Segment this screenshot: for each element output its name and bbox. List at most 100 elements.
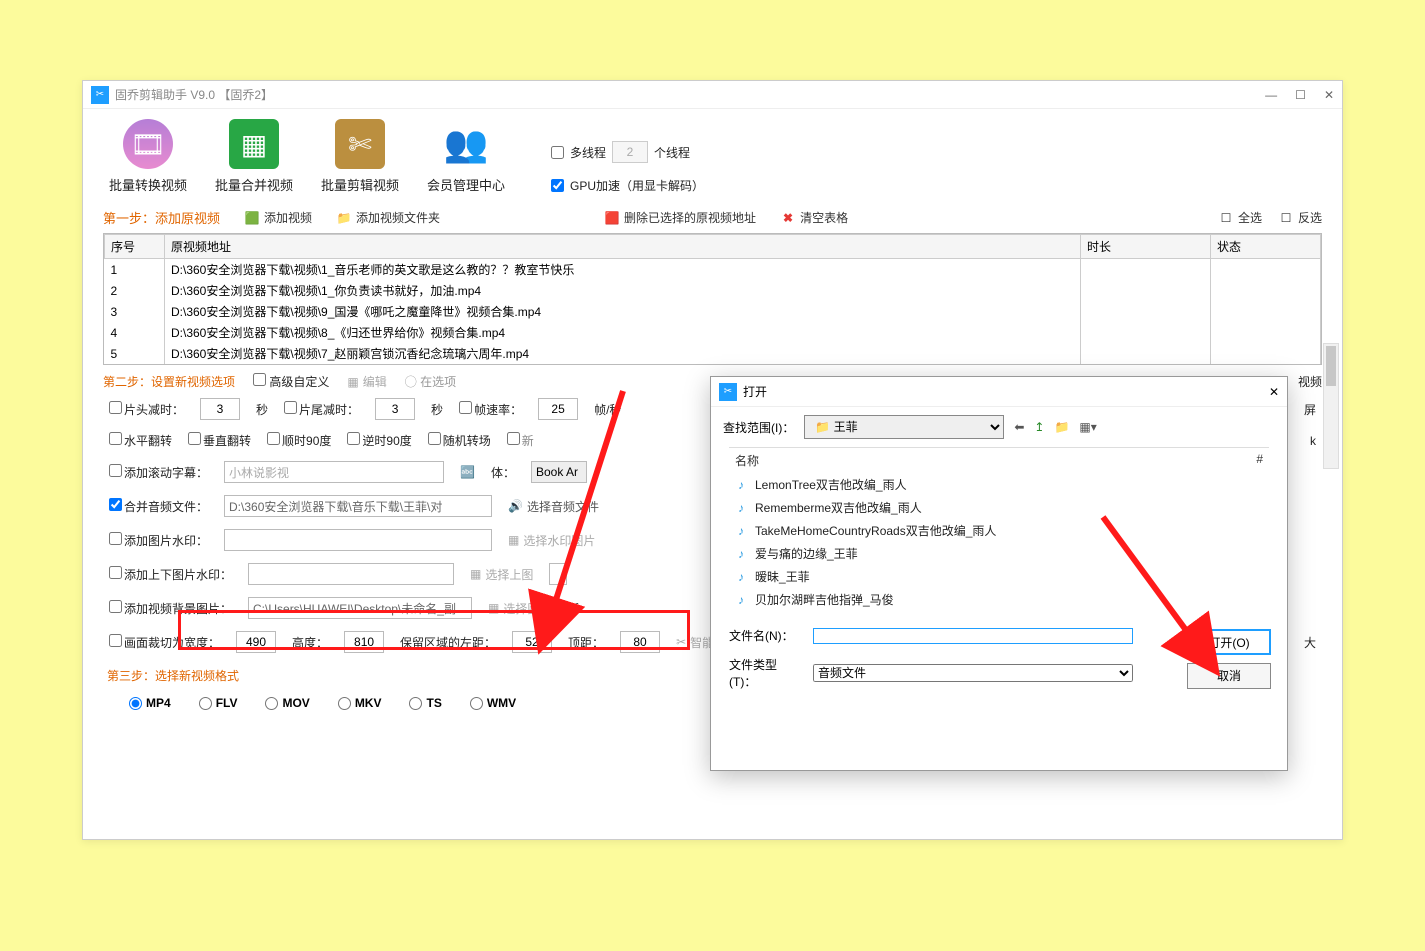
in-option[interactable]: ◯ 在选项 [405,373,456,390]
dialog-close-button[interactable]: ✕ [1269,385,1279,399]
flip-h-checkbox[interactable] [109,432,122,445]
table-row[interactable]: 3D:\360安全浏览器下载\视频\9_国漫《哪吒之魔童降世》视频合集.mp4 [105,301,1321,322]
crop-checkbox[interactable] [109,634,122,647]
list-item[interactable]: ♪贝加尔湖畔吉他指弹_马俊 [729,588,1269,611]
ccw90-checkbox[interactable] [347,432,360,445]
font-name[interactable] [531,461,587,483]
table-row[interactable]: 2D:\360安全浏览器下载\视频\1_你负责读书就好，加油.mp4 [105,280,1321,301]
multithread-checkbox[interactable] [551,146,564,159]
crop-height-input[interactable] [344,631,384,653]
up-icon[interactable]: ↥ [1034,420,1044,434]
keep-top-input[interactable] [620,631,660,653]
filename-input[interactable] [813,628,1133,644]
app-icon: ✂ [91,86,109,104]
fps-input[interactable] [538,398,578,420]
filename-row: 文件名(N)： [711,621,1187,650]
merge-audio-checkbox[interactable] [109,498,122,511]
head-trim-input[interactable] [200,398,240,420]
flip-v-checkbox[interactable] [188,432,201,445]
batch-merge-button[interactable]: ▦ 批量合并视频 [209,119,299,194]
music-icon: ♪ [733,500,749,516]
selectall-icon: ☐ [1218,210,1234,226]
fmt-wmv[interactable] [470,697,483,710]
batch-edit-button[interactable]: ✄ 批量剪辑视频 [315,119,405,194]
col-duration: 时长 [1081,235,1211,259]
music-icon: ♪ [733,569,749,585]
fmt-mp4[interactable] [129,697,142,710]
tb-watermark-input[interactable] [248,563,454,585]
select-all-button[interactable]: ☐全选 [1218,209,1262,226]
bg-path-input[interactable] [248,597,472,619]
audio-path-input[interactable] [224,495,492,517]
fmt-mov[interactable] [265,697,278,710]
tail-trim-input[interactable] [375,398,415,420]
video-table: 序号 原视频地址 时长 状态 1D:\360安全浏览器下载\视频\1_音乐老师的… [103,233,1322,365]
table-row[interactable]: 1D:\360安全浏览器下载\视频\1_音乐老师的英文歌是这么教的？？教室节快乐 [105,259,1321,281]
filetype-select[interactable]: 音频文件 [813,664,1133,682]
add-folder-button[interactable]: 📁添加视频文件夹 [336,209,440,226]
list-item[interactable]: ♪TakeMeHomeCountryRoads双吉他改编_雨人 [729,519,1269,542]
close-button[interactable]: ✕ [1324,88,1334,102]
back-icon[interactable]: ⬅ [1014,420,1024,434]
tb-watermark-checkbox[interactable] [109,566,122,579]
invert-icon: ☐ [1278,210,1294,226]
dialog-open-button[interactable]: 打开(O) [1187,629,1271,655]
step1-label: 第一步：添加原视频 [103,208,220,227]
scope-select[interactable]: 📁 王菲 [804,415,1004,439]
edit-button[interactable]: ▦编辑 [347,373,386,390]
k-suffix: k [1310,434,1316,448]
random-transition-checkbox[interactable] [428,432,441,445]
filetype-row: 文件类型(T)： 音频文件 [711,650,1187,696]
open-dialog: ✂ 打开 ✕ 查找范围(I)： 📁 王菲 ⬅ ↥ 📁 ▦▾ 名称# ♪Lemon… [710,376,1288,771]
subtitle-checkbox[interactable] [109,464,122,477]
fmt-ts[interactable] [409,697,422,710]
new-folder-icon[interactable]: 📁 [1054,420,1069,434]
screen-suffix: 屏 [1304,401,1316,418]
col-path: 原视频地址 [165,235,1081,259]
pick-bg-button[interactable]: ▦选择图片 [488,600,551,617]
threads-input[interactable] [612,141,648,163]
clear-table-button[interactable]: ✖清空表格 [780,209,848,226]
crop-width-input[interactable] [236,631,276,653]
list-item[interactable]: ♪暧昧_王菲 [729,565,1269,588]
dialog-cancel-button[interactable]: 取消 [1187,663,1271,689]
font-picker[interactable]: 🔤 [460,465,475,479]
bg-checkbox[interactable] [109,600,122,613]
view-icon[interactable]: ▦▾ [1079,420,1096,434]
tail-trim-checkbox[interactable] [284,401,297,414]
fmt-mkv[interactable] [338,697,351,710]
head-trim-checkbox[interactable] [109,401,122,414]
watermark-input[interactable] [224,529,492,551]
fmt-flv[interactable] [199,697,212,710]
delete-selected-button[interactable]: 🟥删除已选择的原视频地址 [604,209,756,226]
invert-select-button[interactable]: ☐反选 [1278,209,1322,226]
adv-option[interactable]: 高级自定义 [253,373,329,390]
add-video-button[interactable]: 🟩添加视频 [244,209,312,226]
titlebar: ✂ 固乔剪辑助手 V9.0 【固乔2】 — ☐ ✕ [83,81,1342,109]
dialog-icon: ✂ [719,383,737,401]
table-row[interactable]: 5D:\360安全浏览器下载\视频\7_赵丽颖宫锁沉香纪念琉璃六周年.mp4 [105,343,1321,364]
cw90-checkbox[interactable] [267,432,280,445]
table-row[interactable]: 4D:\360安全浏览器下载\视频\8_《归还世界给你》视频合集.mp4 [105,322,1321,343]
pick-watermark-button[interactable]: ▦选择水印图片 [508,532,595,549]
pick-audio-button[interactable]: 🔊选择音频文件 [508,498,599,515]
list-item[interactable]: ♪爱与痛的边缘_王菲 [729,542,1269,565]
member-center-button[interactable]: 👥 会员管理中心 [421,119,511,194]
maximize-button[interactable]: ☐ [1295,88,1306,102]
list-item[interactable]: ♪LemonTree双吉他改编_雨人 [729,473,1269,496]
gpu-checkbox[interactable] [551,179,564,192]
fps-checkbox[interactable] [459,401,472,414]
folder-icon: 📁 [336,210,352,226]
multithread-option[interactable]: 多线程 个线程 [551,141,704,163]
minimize-button[interactable]: — [1265,88,1277,102]
gpu-option[interactable]: GPU加速（用显卡解码） [551,177,704,194]
table-scrollbar[interactable] [1323,343,1339,469]
list-item[interactable]: ♪Rememberme双吉他改编_雨人 [729,496,1269,519]
window-controls: — ☐ ✕ [1265,88,1334,102]
batch-convert-button[interactable]: 🎞 批量转换视频 [103,119,193,194]
keep-left-input[interactable] [512,631,552,653]
watermark-checkbox[interactable] [109,532,122,545]
subtitle-input[interactable] [224,461,444,483]
file-list[interactable]: 名称# ♪LemonTree双吉他改编_雨人♪Rememberme双吉他改编_雨… [729,447,1269,621]
pick-top-button[interactable]: ▦选择上图 [470,566,533,583]
